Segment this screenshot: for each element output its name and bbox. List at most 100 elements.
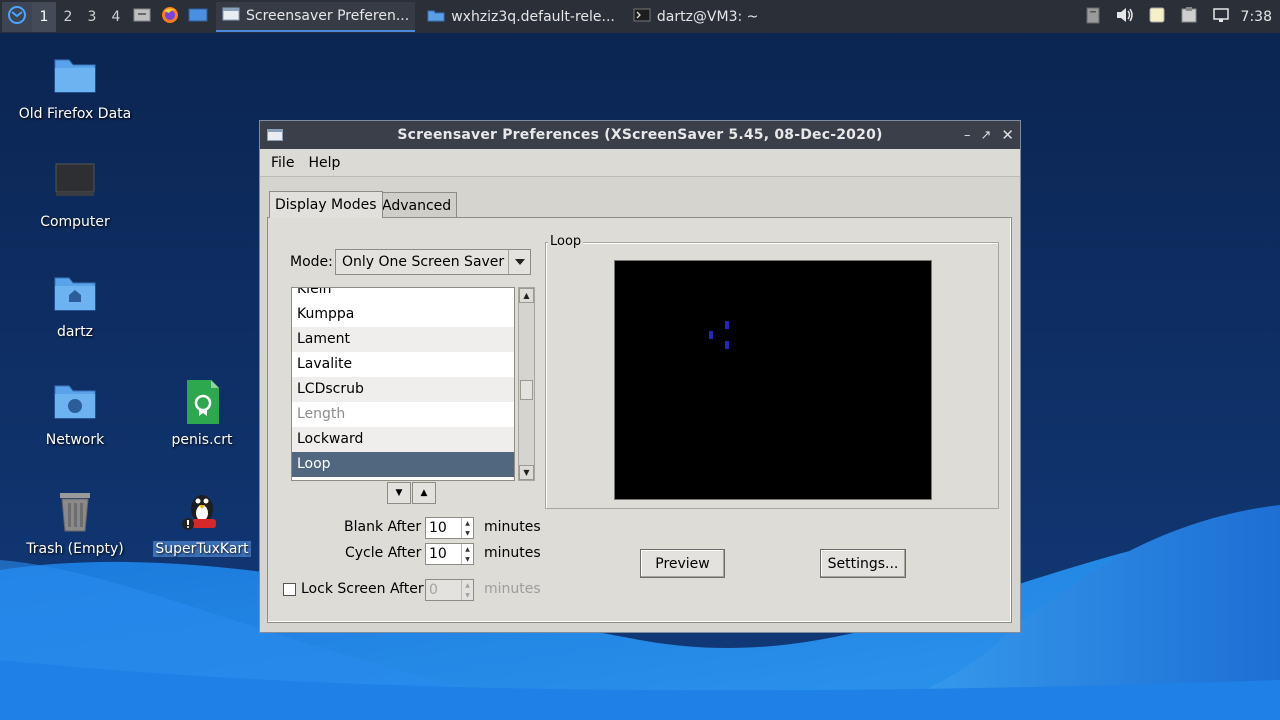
application-menu-button[interactable] — [2, 1, 32, 32]
spin-down-icon[interactable]: ▼ — [465, 530, 470, 537]
tray-notification[interactable] — [1077, 0, 1109, 33]
window-title: Screensaver Preferences (XScreenSaver 5.… — [397, 127, 883, 143]
list-item[interactable]: Kumppa — [292, 302, 514, 327]
clipboard-manager-icon — [1180, 6, 1198, 28]
folder-icon — [427, 8, 445, 26]
notes-tray[interactable] — [1141, 0, 1173, 33]
desktop-icon-certificate[interactable]: penis.crt — [137, 378, 267, 448]
list-item-selected[interactable]: Loop — [292, 452, 514, 477]
task-label: Screensaver Preferen... — [246, 7, 410, 24]
clipman-tray[interactable] — [1173, 0, 1205, 33]
list-scrollbar[interactable]: ▲ ▼ — [518, 287, 535, 481]
speaker-icon — [1115, 6, 1135, 28]
desktop-icon-label: Computer — [40, 214, 110, 230]
screensaver-list[interactable]: Klein Kumppa Lament Lavalite LCDscrub Le… — [291, 287, 515, 481]
volume-control[interactable] — [1109, 0, 1141, 33]
menu-file[interactable]: File — [264, 155, 301, 171]
arrow-up-icon: ▲ — [420, 488, 428, 498]
spin-up-icon[interactable]: ▲ — [465, 546, 470, 553]
menu-help[interactable]: Help — [301, 155, 347, 171]
desktop-icon-supertuxkart[interactable]: SuperTuxKart — [137, 487, 267, 557]
tab-advanced[interactable]: Advanced — [376, 192, 458, 218]
workspace-3[interactable]: 3 — [80, 2, 104, 32]
trash-icon — [51, 487, 99, 535]
blank-after-value: 10 — [429, 520, 447, 536]
desktop-icon-label: SuperTuxKart — [153, 541, 251, 557]
lock-screen-after-value: 0 — [429, 582, 438, 598]
screensaver-preferences-window: Screensaver Preferences (XScreenSaver 5.… — [259, 120, 1021, 633]
chevron-down-icon — [508, 250, 530, 274]
tab-display-modes[interactable]: Display Modes — [269, 191, 383, 218]
network-icon — [1211, 6, 1231, 28]
list-item[interactable]: Length — [292, 402, 514, 427]
firefox-icon — [160, 5, 180, 29]
network-tray[interactable] — [1205, 0, 1237, 33]
cycle-after-unit: minutes — [484, 545, 541, 561]
terminal-icon — [633, 8, 651, 26]
preview-screen[interactable] — [614, 260, 932, 500]
minimize-icon[interactable]: – — [964, 128, 971, 143]
taskbar: 1 2 3 4 Screensaver Preferen... wxhziz3q… — [0, 0, 1280, 33]
move-up-button[interactable]: ▲ — [412, 482, 436, 504]
maximize-icon[interactable]: ↗ — [981, 128, 992, 143]
lock-screen-after-spinner[interactable]: 0 ▲ ▼ — [425, 579, 474, 601]
firefox-launcher[interactable] — [156, 2, 184, 32]
settings-button[interactable]: Settings... — [820, 549, 906, 578]
workspace-1[interactable]: 1 — [32, 1, 56, 32]
close-icon[interactable]: ✕ — [1001, 126, 1014, 144]
clock[interactable]: 7:38 — [1237, 9, 1280, 25]
blank-after-label: Blank After — [344, 519, 422, 535]
note-icon — [1148, 6, 1166, 28]
show-desktop-icon — [188, 7, 208, 27]
desktop-icon-label: Old Firefox Data — [18, 106, 132, 122]
spin-down-icon[interactable]: ▼ — [465, 556, 470, 563]
scrollbar-thumb[interactable] — [520, 380, 533, 400]
window-titlebar[interactable]: Screensaver Preferences (XScreenSaver 5.… — [260, 121, 1020, 149]
desktop-icon-network[interactable]: Network — [10, 378, 140, 448]
spin-up-icon[interactable]: ▲ — [465, 582, 470, 589]
desktop-icon-trash[interactable]: Trash (Empty) — [10, 487, 140, 557]
preview-animation — [709, 321, 729, 349]
window-icon — [222, 7, 240, 25]
desktop-icon-home[interactable]: dartz — [10, 270, 140, 340]
task-label: wxhziz3q.default-rele... — [451, 8, 615, 25]
desktop-icon-computer[interactable]: Computer — [10, 160, 140, 230]
spin-down-icon[interactable]: ▼ — [465, 592, 470, 599]
desktop-icon-label: penis.crt — [171, 432, 233, 448]
move-down-button[interactable]: ▼ — [387, 482, 411, 504]
desktop-launcher[interactable] — [184, 2, 212, 32]
menubar: File Help — [260, 149, 1020, 177]
preview-button[interactable]: Preview — [640, 549, 725, 578]
list-item[interactable]: Lament — [292, 327, 514, 352]
file-manager-launcher[interactable] — [128, 2, 156, 32]
scroll-up-icon[interactable]: ▲ — [519, 288, 534, 303]
preview-legend: Loop — [548, 234, 584, 249]
task-file-manager[interactable]: wxhziz3q.default-rele... — [421, 2, 621, 32]
task-terminal[interactable]: dartz@VM3: ~ — [627, 2, 765, 32]
tux-kart-icon — [178, 487, 226, 535]
mode-select[interactable]: Only One Screen Saver — [335, 249, 531, 275]
spin-up-icon[interactable]: ▲ — [465, 520, 470, 527]
lock-screen-after-unit: minutes — [484, 581, 541, 597]
cycle-after-spinner[interactable]: 10 ▲ ▼ — [425, 543, 474, 565]
list-item[interactable]: Lockward — [292, 427, 514, 452]
lock-screen-checkbox[interactable] — [283, 583, 296, 596]
list-item[interactable]: Lavalite — [292, 352, 514, 377]
mode-label: Mode: — [290, 254, 333, 270]
network-folder-icon — [51, 378, 99, 426]
scroll-down-icon[interactable]: ▼ — [519, 465, 534, 480]
blank-after-unit: minutes — [484, 519, 541, 535]
task-screensaver-preferences[interactable]: Screensaver Preferen... — [216, 1, 416, 32]
drawer-icon — [133, 7, 151, 27]
workspace-2[interactable]: 2 — [56, 2, 80, 32]
clipboard-icon — [1086, 6, 1100, 28]
list-item[interactable]: LCDscrub — [292, 377, 514, 402]
desktop-icon-label: Network — [45, 432, 105, 448]
blank-after-spinner[interactable]: 10 ▲ ▼ — [425, 517, 474, 539]
desktop-icon-old-firefox-data[interactable]: Old Firefox Data — [10, 52, 140, 122]
list-item[interactable]: Klein — [292, 288, 514, 302]
cycle-after-label: Cycle After — [345, 545, 422, 561]
workspace-4[interactable]: 4 — [104, 2, 128, 32]
lock-screen-after-label[interactable]: Lock Screen After — [301, 581, 424, 597]
cycle-after-value: 10 — [429, 546, 447, 562]
